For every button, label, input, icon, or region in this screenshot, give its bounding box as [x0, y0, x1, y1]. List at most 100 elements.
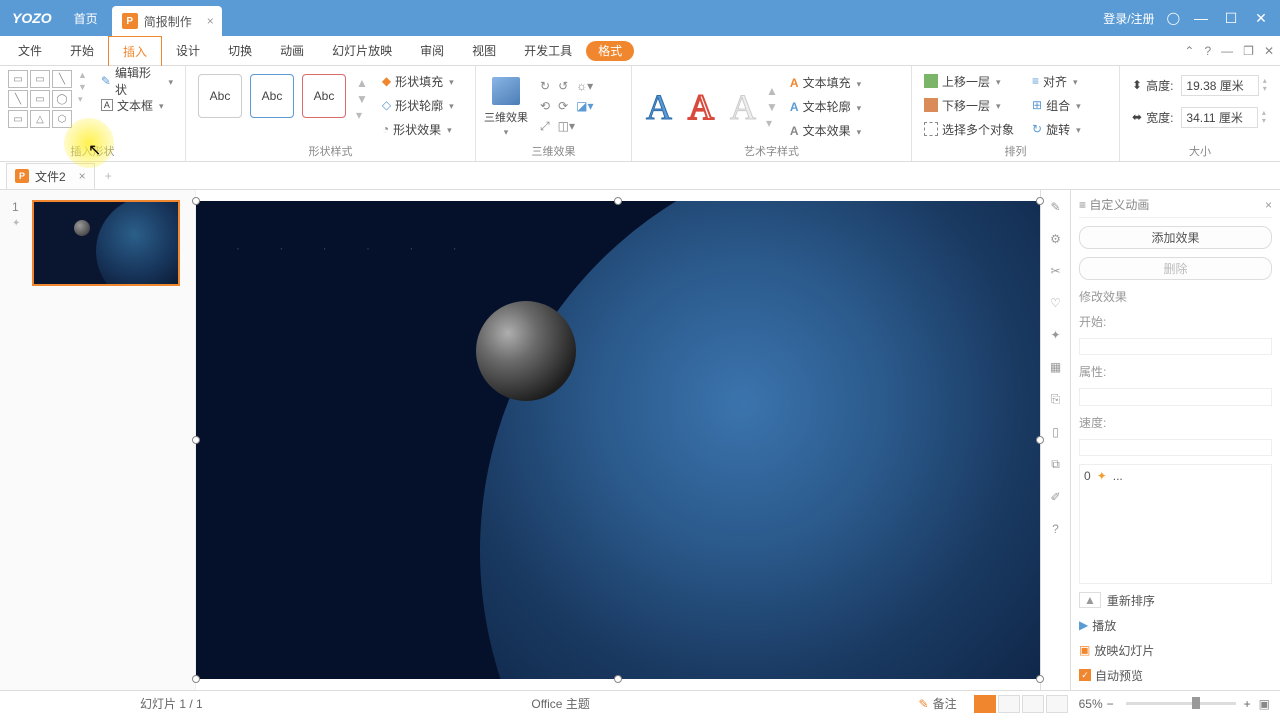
3d-light-icon[interactable]: ☼▾ [576, 79, 593, 93]
menu-insert[interactable]: 插入 [108, 36, 162, 66]
resize-handle[interactable] [614, 197, 622, 205]
tool-clip-icon[interactable]: ⎘ [1051, 392, 1061, 407]
menu-review[interactable]: 审阅 [406, 36, 458, 66]
start-select[interactable] [1079, 338, 1272, 355]
add-effect-button[interactable]: 添加效果 [1079, 226, 1272, 249]
home-tab[interactable]: 首页 [60, 0, 112, 36]
shape-gallery[interactable]: ▭▭╲ ╲▭◯ ▭△⬡ [8, 70, 72, 128]
zoom-out-button[interactable]: − [1107, 697, 1114, 711]
fit-button[interactable]: ▣ [1259, 697, 1270, 711]
slide-canvas-area[interactable] [196, 190, 1040, 690]
width-field[interactable]: ⬌宽度:34.11 厘米▴▾ [1128, 106, 1271, 128]
close-icon[interactable]: × [79, 169, 86, 183]
menu-design[interactable]: 设计 [162, 36, 214, 66]
new-tab-button[interactable]: + [105, 169, 112, 183]
help-icon[interactable]: ? [1204, 44, 1211, 58]
close-panel-icon[interactable]: × [1265, 198, 1272, 212]
3d-color-icon[interactable]: ◪▾ [576, 99, 593, 113]
tool-settings-icon[interactable]: ⚙ [1050, 232, 1061, 246]
resize-handle[interactable] [192, 197, 200, 205]
style-preset-1[interactable]: Abc [198, 74, 242, 118]
style-preset-3[interactable]: Abc [302, 74, 346, 118]
tool-help-icon[interactable]: ? [1052, 522, 1059, 536]
style-more-icon[interactable]: ▾ [356, 108, 368, 122]
rotate-button[interactable]: ↻旋转 [1028, 118, 1085, 140]
shape-effect-button[interactable]: ◔形状效果 [378, 118, 458, 140]
close-icon[interactable]: × [207, 14, 214, 28]
wordart-preset-3[interactable]: A [730, 86, 756, 128]
play-button[interactable]: ▶播放 [1079, 617, 1272, 634]
text-effect-button[interactable]: A文本效果 [786, 120, 865, 142]
scroll-down-icon[interactable]: ▼ [78, 82, 87, 92]
shape-fill-button[interactable]: ◆形状填充 [378, 70, 458, 92]
style-preset-2[interactable]: Abc [250, 74, 294, 118]
tool-page-icon[interactable]: ▯ [1052, 425, 1059, 439]
height-field[interactable]: ⬍高度:19.38 厘米▴▾ [1128, 74, 1271, 96]
slide[interactable] [196, 201, 1040, 679]
zoom-slider[interactable] [1126, 702, 1236, 705]
slide-thumbnail-1[interactable] [32, 200, 180, 286]
align-button[interactable]: ≡对齐 [1028, 70, 1085, 92]
bring-forward-button[interactable]: 上移一层 [920, 70, 1018, 92]
3d-tilt1-icon[interactable]: ⤢ [540, 119, 550, 134]
auto-preview-check[interactable]: ✓自动预览 [1079, 667, 1272, 684]
view-sorter-button[interactable] [998, 695, 1020, 713]
3d-rot2-icon[interactable]: ↺ [558, 79, 568, 93]
min-ribbon-icon[interactable]: — [1221, 44, 1233, 58]
menu-slideshow[interactable]: 幻灯片放映 [318, 36, 406, 66]
resize-handle[interactable] [1036, 675, 1044, 683]
restore-icon[interactable]: ❐ [1243, 44, 1254, 58]
tool-edit-icon[interactable]: ✎ [1050, 200, 1060, 214]
effect-list[interactable]: 0 ✦ ... [1079, 464, 1272, 584]
notes-button[interactable]: 备注 [933, 695, 957, 712]
collapse-icon[interactable]: ⌃ [1184, 44, 1194, 58]
more-shapes-icon[interactable]: ▾ [78, 94, 87, 105]
send-backward-button[interactable]: 下移一层 [920, 94, 1018, 116]
menu-view[interactable]: 视图 [458, 36, 510, 66]
style-up-icon[interactable]: ▲ [356, 76, 368, 90]
text-outline-button[interactable]: A文本轮廓 [786, 96, 865, 118]
resize-handle[interactable] [614, 675, 622, 683]
menu-animation[interactable]: 动画 [266, 36, 318, 66]
3d-depth1-icon[interactable]: ⟲ [540, 99, 550, 113]
menu-transition[interactable]: 切换 [214, 36, 266, 66]
reorder-up-button[interactable]: ▲ [1079, 592, 1101, 608]
wordart-preset-1[interactable]: A [646, 86, 672, 128]
remove-effect-button[interactable]: 删除 [1079, 257, 1272, 280]
zoom-in-button[interactable]: + [1244, 697, 1251, 711]
close-button[interactable]: ✕ [1252, 10, 1270, 27]
resize-handle[interactable] [1036, 436, 1044, 444]
tool-write-icon[interactable]: ✐ [1050, 490, 1060, 504]
tool-star-icon[interactable]: ✦ [1050, 328, 1060, 342]
view-slideshow-button[interactable] [1046, 695, 1068, 713]
group-button[interactable]: ⊞组合 [1028, 94, 1085, 116]
tool-cut-icon[interactable]: ✂ [1050, 264, 1060, 278]
text-fill-button[interactable]: A文本填充 [786, 72, 865, 94]
document-tab[interactable]: P 简报制作 × [112, 6, 222, 36]
textbox-button[interactable]: A文本框 [97, 94, 177, 116]
3d-tilt2-icon[interactable]: ◫▾ [558, 119, 575, 134]
tool-copy-icon[interactable]: ⧉ [1051, 457, 1060, 472]
minimize-button[interactable]: — [1192, 10, 1210, 26]
3d-rot1-icon[interactable]: ↻ [540, 79, 550, 93]
threed-icon[interactable] [492, 77, 520, 105]
edit-shape-button[interactable]: ✎编辑形状 [97, 70, 177, 92]
speed-select[interactable] [1079, 439, 1272, 456]
menu-file[interactable]: 文件 [4, 36, 56, 66]
tool-grid-icon[interactable]: ▦ [1050, 360, 1061, 374]
prop-select[interactable] [1079, 388, 1272, 405]
resize-handle[interactable] [1036, 197, 1044, 205]
view-reading-button[interactable] [1022, 695, 1044, 713]
threed-button[interactable]: 三维效果 [484, 109, 528, 125]
menu-dev[interactable]: 开发工具 [510, 36, 586, 66]
select-multi-button[interactable]: 选择多个对象 [920, 118, 1018, 140]
resize-handle[interactable] [192, 675, 200, 683]
maximize-button[interactable]: ☐ [1222, 10, 1240, 27]
file-tab[interactable]: P 文件2 × [6, 163, 95, 189]
menu-format[interactable]: 格式 [586, 41, 634, 61]
notes-icon[interactable]: ✎ [919, 697, 929, 711]
tool-link-icon[interactable]: ♡ [1050, 296, 1061, 310]
user-icon[interactable]: ◯ [1167, 11, 1180, 25]
resize-handle[interactable] [192, 436, 200, 444]
style-down-icon[interactable]: ▼ [356, 92, 368, 106]
